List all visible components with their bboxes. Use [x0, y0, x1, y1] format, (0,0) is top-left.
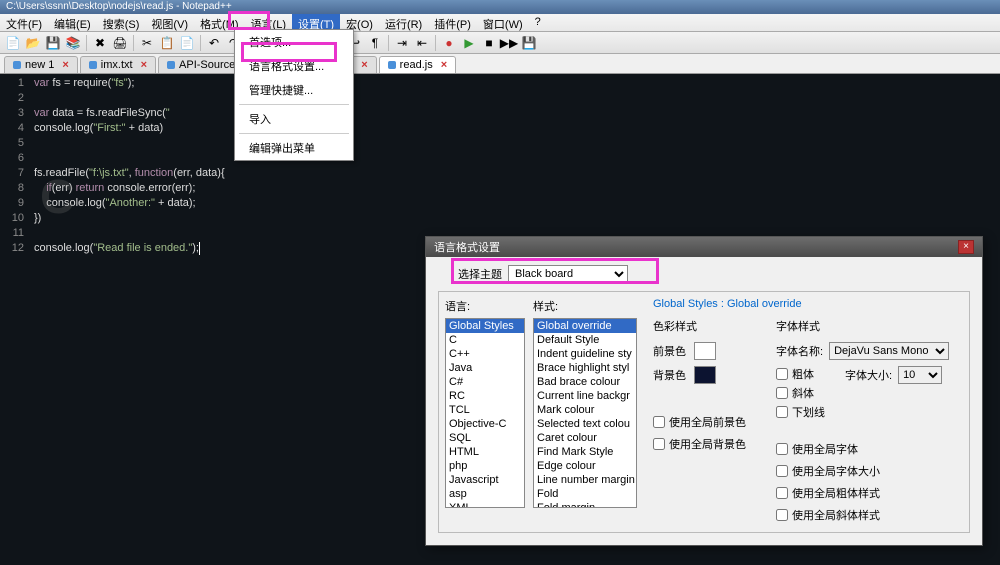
tab-close-icon[interactable]: × [441, 59, 447, 71]
listbox-item[interactable]: Brace highlight styl [534, 361, 636, 375]
stop-icon[interactable]: ■ [480, 34, 498, 52]
underline-checkbox[interactable] [776, 406, 788, 418]
listbox-item[interactable]: C [446, 333, 524, 347]
listbox-item[interactable]: RC [446, 389, 524, 403]
color-section-label: 色彩样式 [653, 318, 746, 334]
listbox-item[interactable]: php [446, 459, 524, 473]
style-breadcrumb: Global Styles : Global override [653, 298, 963, 310]
dropdown-item[interactable]: 管理快捷键... [235, 78, 353, 102]
languages-label: 语言: [445, 298, 525, 314]
listbox-item[interactable]: Bad brace colour [534, 375, 636, 389]
italic-checkbox[interactable] [776, 387, 788, 399]
dialog-close-button[interactable]: × [958, 240, 974, 254]
close-icon[interactable]: ✖ [91, 34, 109, 52]
dialog-title: 语言格式设置 [434, 239, 500, 255]
tab-close-icon[interactable]: × [62, 59, 68, 71]
editor-tab[interactable]: imx.txt× [80, 56, 156, 73]
font-name-select[interactable]: DejaVu Sans Mono [829, 342, 949, 360]
cut-icon[interactable]: ✂ [138, 34, 156, 52]
highlight-box [241, 42, 337, 62]
listbox-item[interactable]: Default Style [534, 333, 636, 347]
record-icon[interactable]: ● [440, 34, 458, 52]
global-checkbox[interactable] [776, 443, 788, 455]
font-size-select[interactable]: 10 [898, 366, 942, 384]
dropdown-item[interactable]: 编辑弹出菜单 [235, 136, 353, 160]
menu-item[interactable]: 运行(R) [379, 14, 428, 31]
bold-checkbox[interactable] [776, 368, 788, 380]
play-icon[interactable]: ▶ [460, 34, 478, 52]
menu-item[interactable]: 插件(P) [428, 14, 477, 31]
background-color-swatch[interactable] [694, 366, 716, 384]
save-macro-icon[interactable]: 💾 [520, 34, 538, 52]
listbox-item[interactable]: HTML [446, 445, 524, 459]
tab-close-icon[interactable]: × [141, 59, 147, 71]
global-checkbox[interactable] [776, 465, 788, 477]
styles-listbox[interactable]: Global overrideDefault StyleIndent guide… [533, 318, 637, 508]
listbox-item[interactable]: Javascript [446, 473, 524, 487]
listbox-item[interactable]: asp [446, 487, 524, 501]
window-titlebar: C:\Users\ssnn\Desktop\nodejs\read.js - N… [0, 0, 1000, 14]
listbox-item[interactable]: Fold margin [534, 501, 636, 508]
print-icon[interactable]: 🖨 [111, 34, 129, 52]
font-section-label: 字体样式 [776, 318, 949, 334]
listbox-item[interactable]: Indent guideline sty [534, 347, 636, 361]
save-icon[interactable]: 💾 [44, 34, 62, 52]
save-all-icon[interactable]: 📚 [64, 34, 82, 52]
new-file-icon[interactable]: 📄 [4, 34, 22, 52]
outdent-icon[interactable]: ⇤ [413, 34, 431, 52]
highlight-box [228, 11, 270, 30]
styles-label: 样式: [533, 298, 637, 314]
listbox-item[interactable]: Current line backgr [534, 389, 636, 403]
menu-item[interactable]: 搜索(S) [97, 14, 146, 31]
menu-item[interactable]: ? [529, 14, 547, 31]
listbox-item[interactable]: Find Mark Style [534, 445, 636, 459]
listbox-item[interactable]: Java [446, 361, 524, 375]
global-checkbox[interactable] [776, 509, 788, 521]
listbox-item[interactable]: C++ [446, 347, 524, 361]
listbox-item[interactable]: Caret colour [534, 431, 636, 445]
line-gutter: 123456789101112 [0, 74, 30, 565]
dialog-titlebar[interactable]: 语言格式设置 × [426, 237, 982, 257]
listbox-item[interactable]: TCL [446, 403, 524, 417]
listbox-item[interactable]: Global override [534, 319, 636, 333]
global-checkbox[interactable] [653, 416, 665, 428]
listbox-item[interactable]: Global Styles [446, 319, 524, 333]
languages-listbox[interactable]: Global StylesCC++JavaC#RCTCLObjective-CS… [445, 318, 525, 508]
menu-item[interactable]: 文件(F) [0, 14, 48, 31]
font-name-label: 字体名称: [776, 343, 823, 359]
global-checkbox[interactable] [653, 438, 665, 450]
toolbar: 📄 📂 💾 📚 ✖ 🖨 ✂ 📋 📄 ↶ ↷ 🔍 🔎 🔍 🔎 ↩ ¶ ⇥ ⇤ ● … [0, 32, 1000, 54]
tab-bar: new 1×imx.txt×API-Source-Folder.txt×js.t… [0, 54, 1000, 74]
menubar: 文件(F)编辑(E)搜索(S)视图(V)格式(M)语言(L)设置(T)宏(O)运… [0, 14, 1000, 32]
dropdown-item[interactable]: 导入 [235, 107, 353, 131]
foreground-label: 前景色 [653, 343, 686, 359]
listbox-item[interactable]: Objective-C [446, 417, 524, 431]
listbox-item[interactable]: Line number margin [534, 473, 636, 487]
listbox-item[interactable]: Mark colour [534, 403, 636, 417]
indent-icon[interactable]: ⇥ [393, 34, 411, 52]
listbox-item[interactable]: Selected text colou [534, 417, 636, 431]
editor-tab[interactable]: read.js× [379, 56, 456, 73]
copy-icon[interactable]: 📋 [158, 34, 176, 52]
editor-tab[interactable]: new 1× [4, 56, 78, 73]
tab-close-icon[interactable]: × [361, 59, 367, 71]
show-chars-icon[interactable]: ¶ [366, 34, 384, 52]
menu-item[interactable]: 窗口(W) [477, 14, 529, 31]
listbox-item[interactable]: Fold [534, 487, 636, 501]
listbox-item[interactable]: XML [446, 501, 524, 508]
background-label: 背景色 [653, 367, 686, 383]
open-icon[interactable]: 📂 [24, 34, 42, 52]
listbox-item[interactable]: C# [446, 375, 524, 389]
undo-icon[interactable]: ↶ [205, 34, 223, 52]
fast-forward-icon[interactable]: ▶▶ [500, 34, 518, 52]
listbox-item[interactable]: SQL [446, 431, 524, 445]
highlight-box [451, 258, 659, 284]
font-size-label: 字体大小: [845, 367, 892, 383]
listbox-item[interactable]: Edge colour [534, 459, 636, 473]
global-checkbox[interactable] [776, 487, 788, 499]
menu-item[interactable]: 编辑(E) [48, 14, 97, 31]
paste-icon[interactable]: 📄 [178, 34, 196, 52]
menu-item[interactable]: 视图(V) [145, 14, 194, 31]
foreground-color-swatch[interactable] [694, 342, 716, 360]
